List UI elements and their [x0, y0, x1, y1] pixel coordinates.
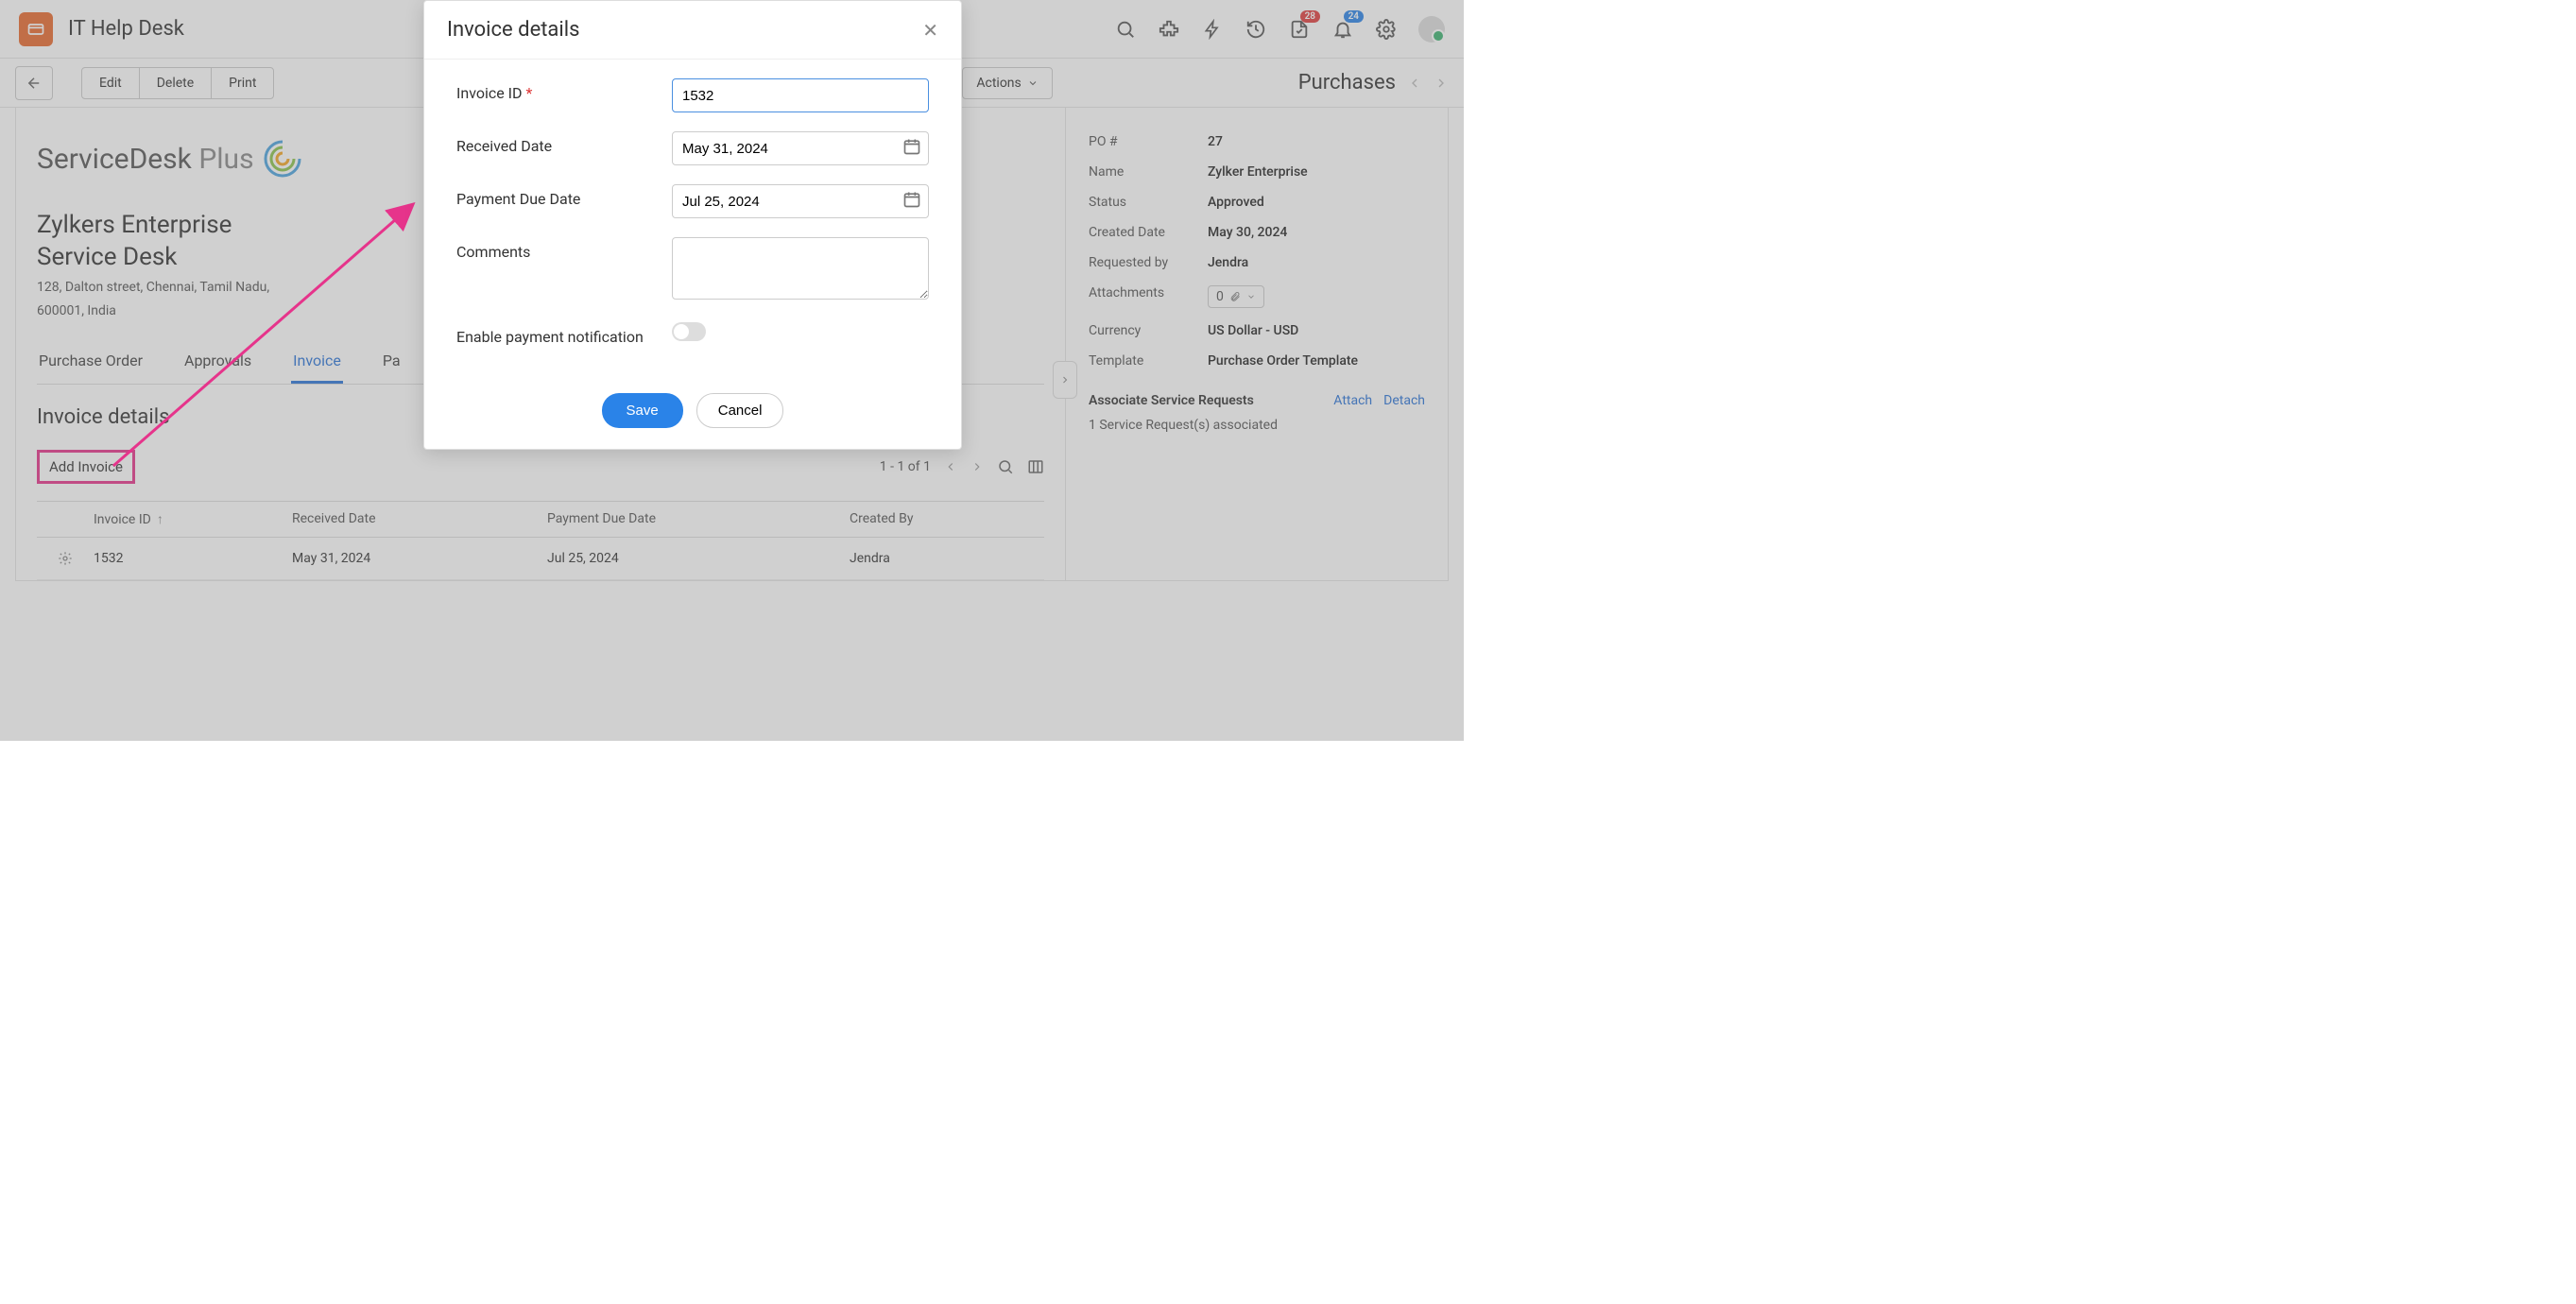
comments-textarea[interactable] — [672, 237, 929, 300]
invoice-details-modal: Invoice details ✕ Invoice ID * Received … — [423, 0, 962, 450]
invoice-id-label: Invoice ID — [456, 84, 523, 102]
close-icon[interactable]: ✕ — [922, 19, 938, 42]
comments-label: Comments — [456, 237, 672, 261]
payment-due-input[interactable] — [672, 184, 929, 218]
invoice-id-input[interactable] — [672, 78, 929, 112]
cancel-button[interactable]: Cancel — [696, 393, 784, 428]
received-date-label: Received Date — [456, 131, 672, 155]
payment-due-label: Payment Due Date — [456, 184, 672, 208]
calendar-icon[interactable] — [902, 190, 921, 209]
enable-notification-toggle[interactable] — [672, 322, 706, 341]
enable-notification-label: Enable payment notification — [456, 322, 672, 346]
save-button[interactable]: Save — [602, 393, 683, 428]
calendar-icon[interactable] — [902, 137, 921, 156]
modal-title: Invoice details — [447, 18, 579, 42]
received-date-input[interactable] — [672, 131, 929, 165]
